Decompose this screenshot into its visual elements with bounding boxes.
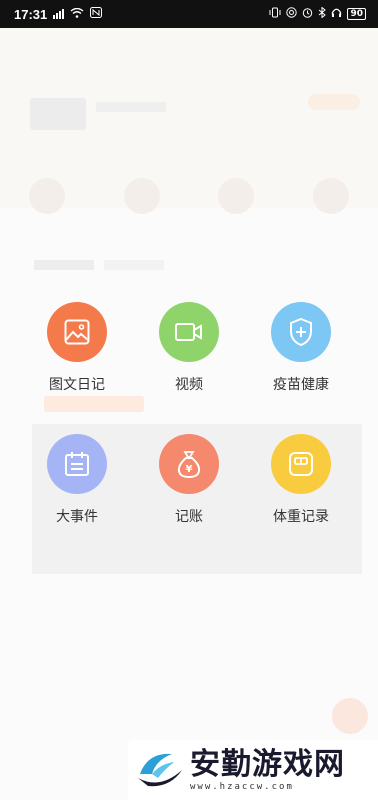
menu-item-photo-diary[interactable]: 图文日记 xyxy=(22,302,132,394)
background-tab xyxy=(29,178,66,214)
background-pill xyxy=(308,94,360,110)
logo-icon xyxy=(134,744,186,796)
site-watermark: 安勤游戏网 www.hzaccw.com xyxy=(128,740,378,800)
at-icon xyxy=(286,7,298,21)
background-date xyxy=(34,260,94,270)
shield-plus-icon xyxy=(271,302,331,362)
menu-item-label: 视频 xyxy=(175,377,203,393)
menu-item-label: 图文日记 xyxy=(49,377,105,393)
background-tab xyxy=(312,178,349,214)
background-name xyxy=(96,102,166,112)
image-icon xyxy=(47,302,107,362)
status-bar: 17:31 90 xyxy=(0,0,378,28)
video-camera-icon xyxy=(159,302,219,362)
background-date xyxy=(104,260,164,270)
status-time: 17:31 xyxy=(14,6,48,22)
menu-item-big-events[interactable]: 大事件 xyxy=(22,434,132,526)
background-tab xyxy=(218,178,255,214)
background-tab xyxy=(123,178,160,214)
bluetooth-icon xyxy=(318,6,327,21)
background-float-button xyxy=(332,698,368,734)
calendar-icon xyxy=(47,434,107,494)
menu-item-label: 记账 xyxy=(175,509,203,525)
wifi-icon xyxy=(70,7,84,21)
menu-item-video[interactable]: 视频 xyxy=(134,302,244,394)
svg-text:¥: ¥ xyxy=(186,464,193,475)
cell-signal-icon xyxy=(53,9,65,19)
watermark-url: www.hzaccw.com xyxy=(190,782,294,792)
menu-item-label: 疫苗健康 xyxy=(273,377,329,393)
vibrate-icon xyxy=(269,7,281,21)
headphones-icon xyxy=(331,7,342,21)
background-avatar xyxy=(30,98,86,130)
alarm-icon xyxy=(302,7,313,21)
nfc-icon xyxy=(90,7,103,21)
background-tabs xyxy=(0,178,378,228)
menu-item-label: 大事件 xyxy=(56,509,98,525)
menu-item-vaccine-health[interactable]: 疫苗健康 xyxy=(246,302,356,394)
watermark-title: 安勤游戏网 xyxy=(190,747,345,782)
money-bag-icon: ¥ xyxy=(159,434,219,494)
battery-icon: 90 xyxy=(347,8,366,20)
scale-icon xyxy=(271,434,331,494)
background-page xyxy=(0,28,378,800)
menu-item-label: 体重记录 xyxy=(273,509,329,525)
menu-item-bookkeeping[interactable]: ¥ 记账 xyxy=(134,434,244,526)
background-bar xyxy=(44,396,144,412)
menu-item-weight-record[interactable]: 体重记录 xyxy=(246,434,356,526)
